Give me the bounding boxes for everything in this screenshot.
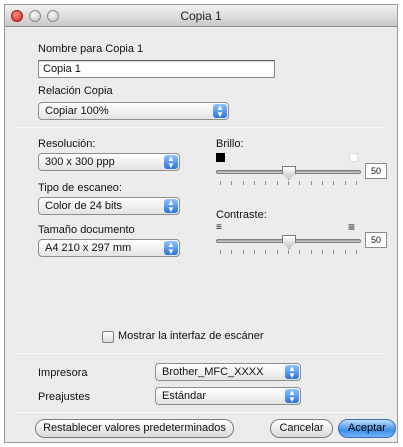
slider-tick — [322, 250, 323, 254]
printer-popup-value: Brother_MFC_XXXX — [162, 366, 264, 378]
brightness-label: Brillo: — [216, 138, 244, 150]
slider-tick — [231, 181, 232, 185]
contrast-ticks — [220, 250, 357, 254]
slider-tick — [299, 181, 300, 185]
slider-tick — [333, 181, 334, 185]
title-bar: Copia 1 — [5, 5, 397, 27]
popup-arrows-icon: ▲ ▼ — [164, 199, 178, 214]
slider-tick — [345, 181, 346, 185]
slider-tick — [356, 181, 357, 185]
slider-tick — [288, 250, 289, 254]
slider-tick — [277, 250, 278, 254]
popup-arrows-icon: ▲ ▼ — [285, 389, 299, 404]
brightness-value[interactable]: 50 — [365, 163, 387, 179]
resolution-popup-value: 300 x 300 ppp — [45, 156, 115, 168]
presets-popup[interactable]: Estándar ▲ ▼ — [155, 387, 301, 405]
printer-label: Impresora — [38, 367, 88, 379]
popup-arrows-icon: ▲ ▼ — [213, 104, 227, 119]
restore-defaults-button[interactable]: Restablecer valores predeterminados — [35, 419, 234, 438]
relation-label: Relación Copia — [38, 85, 113, 97]
document-size-popup-value: A4 210 x 297 mm — [45, 242, 132, 254]
popup-arrows-icon: ▲ ▼ — [164, 241, 178, 256]
cancel-button[interactable]: Cancelar — [270, 419, 333, 438]
relation-popup[interactable]: Copiar 100% ▲ ▼ — [38, 102, 229, 120]
contrast-value[interactable]: 50 — [365, 232, 387, 248]
slider-tick — [356, 250, 357, 254]
resolution-label: Resolución: — [38, 138, 96, 150]
low-contrast-icon: ≡ — [216, 222, 222, 233]
slider-tick — [220, 250, 221, 254]
scanner-interface-checkbox[interactable] — [102, 331, 114, 343]
popup-arrows-icon: ▲ ▼ — [164, 155, 178, 170]
scan-type-popup-value: Color de 24 bits — [45, 200, 123, 212]
scan-type-label: Tipo de escaneo: — [38, 182, 122, 194]
contrast-slider-thumb[interactable] — [282, 235, 296, 249]
slider-tick — [277, 181, 278, 185]
name-field[interactable]: Copia 1 — [38, 60, 275, 78]
light-square-icon — [349, 153, 358, 162]
separator-top — [17, 127, 385, 128]
dark-square-icon — [216, 153, 225, 162]
slider-tick — [265, 181, 266, 185]
brightness-slider-thumb[interactable] — [282, 166, 296, 180]
slider-tick — [299, 250, 300, 254]
presets-label: Preajustes — [38, 391, 90, 403]
high-contrast-icon: ≡ — [348, 220, 356, 234]
slider-tick — [311, 250, 312, 254]
scan-type-popup[interactable]: Color de 24 bits ▲ ▼ — [38, 197, 180, 215]
slider-tick — [231, 250, 232, 254]
copy-dialog-window: Copia 1 Nombre para Copia 1 Copia 1 Rela… — [4, 4, 398, 443]
contrast-label: Contraste: — [216, 209, 267, 221]
popup-arrows-icon: ▲ ▼ — [285, 365, 299, 380]
slider-tick — [288, 181, 289, 185]
slider-tick — [311, 181, 312, 185]
printer-popup[interactable]: Brother_MFC_XXXX ▲ ▼ — [155, 363, 301, 381]
slider-tick — [345, 250, 346, 254]
separator-middle — [17, 353, 385, 354]
scanner-interface-label[interactable]: Mostrar la interfaz de escáner — [118, 330, 264, 342]
slider-tick — [254, 250, 255, 254]
resolution-popup[interactable]: 300 x 300 ppp ▲ ▼ — [38, 153, 180, 171]
document-size-label: Tamaño documento — [38, 224, 135, 236]
slider-tick — [322, 181, 323, 185]
slider-tick — [265, 250, 266, 254]
slider-tick — [243, 181, 244, 185]
separator-bottom — [17, 412, 385, 413]
brightness-ticks — [220, 181, 357, 185]
accept-button[interactable]: Aceptar — [338, 419, 396, 438]
slider-tick — [333, 250, 334, 254]
document-size-popup[interactable]: A4 210 x 297 mm ▲ ▼ — [38, 239, 180, 257]
slider-tick — [254, 181, 255, 185]
presets-popup-value: Estándar — [162, 390, 207, 402]
relation-popup-value: Copiar 100% — [45, 105, 109, 117]
slider-tick — [243, 250, 244, 254]
slider-tick — [220, 181, 221, 185]
name-label: Nombre para Copia 1 — [38, 43, 144, 55]
window-title: Copia 1 — [180, 9, 222, 23]
